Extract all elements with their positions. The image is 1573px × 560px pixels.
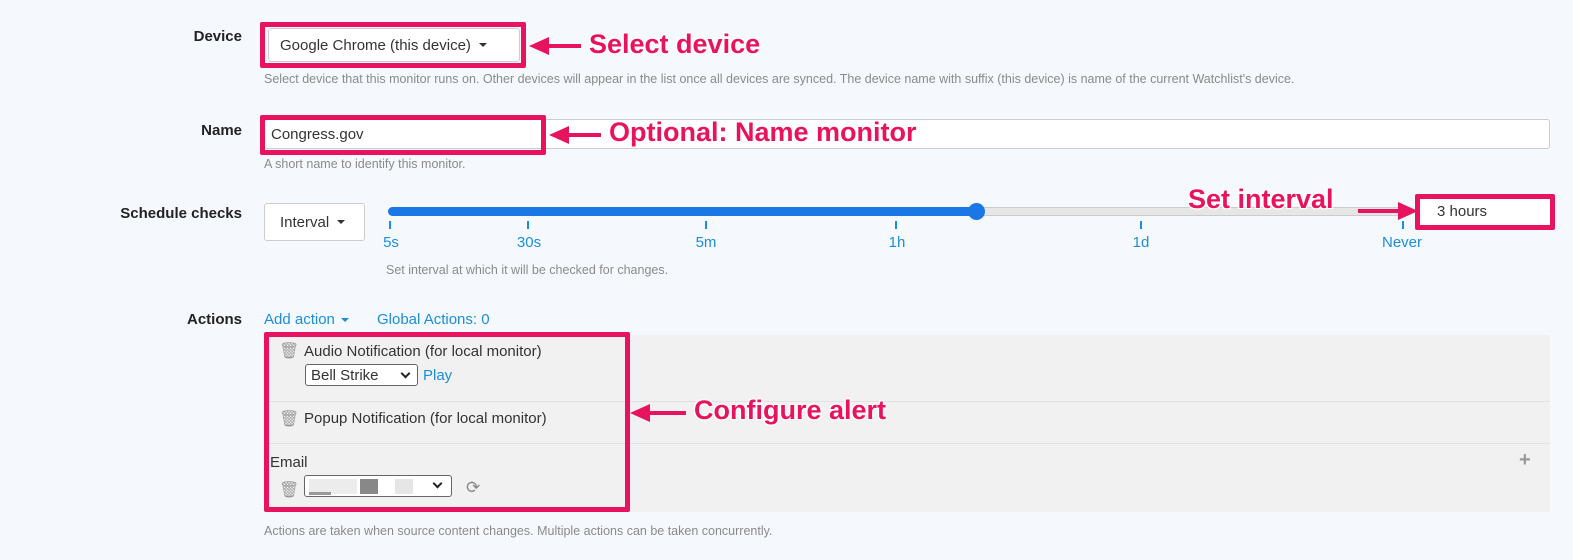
tick-mark xyxy=(527,221,529,229)
actions-label: Actions xyxy=(186,311,242,328)
add-action-dropdown[interactable]: Add action xyxy=(264,311,349,328)
global-actions-link[interactable]: Global Actions: 0 xyxy=(377,311,490,328)
tick-label-5s[interactable]: 5s xyxy=(383,234,399,251)
caret-down-icon xyxy=(340,317,349,322)
interval-slider-fill xyxy=(388,207,978,216)
schedule-label: Schedule checks xyxy=(120,205,242,222)
tick-label-never[interactable]: Never xyxy=(1382,234,1422,251)
interval-highlight-box xyxy=(1415,194,1555,230)
tick-mark xyxy=(389,221,391,229)
tick-label-30s[interactable]: 30s xyxy=(517,234,541,251)
tick-mark xyxy=(705,221,707,229)
name-label: Name xyxy=(201,122,242,139)
annotation-set-interval: Set interval xyxy=(1188,184,1334,214)
device-highlight-box xyxy=(260,22,526,68)
schedule-mode-dropdown[interactable]: Interval xyxy=(264,203,365,241)
name-help-text: A short name to identify this monitor. xyxy=(264,157,466,171)
schedule-help-text: Set interval at which it will be checked… xyxy=(386,263,669,277)
tick-mark xyxy=(1402,221,1404,229)
annotation-select-device: Select device xyxy=(589,29,761,59)
tick-label-1d[interactable]: 1d xyxy=(1133,234,1150,251)
tick-mark xyxy=(895,221,897,229)
annotation-name-monitor: Optional: Name monitor xyxy=(609,117,917,147)
name-highlight-box xyxy=(260,115,546,155)
actions-highlight-box xyxy=(264,332,630,512)
tick-label-5m[interactable]: 5m xyxy=(696,234,717,251)
tick-mark xyxy=(1140,221,1142,229)
caret-down-icon xyxy=(337,220,346,224)
actions-help-text: Actions are taken when source content ch… xyxy=(264,524,773,538)
add-action-label: Add action xyxy=(264,311,335,328)
schedule-mode-value: Interval xyxy=(280,213,330,231)
annotation-configure-alert: Configure alert xyxy=(694,395,887,425)
interval-slider-handle[interactable] xyxy=(968,203,985,220)
tick-label-1h[interactable]: 1h xyxy=(889,234,906,251)
device-label: Device xyxy=(193,28,242,45)
device-help-text: Select device that this monitor runs on.… xyxy=(264,72,1295,86)
plus-icon[interactable]: + xyxy=(1519,449,1531,472)
